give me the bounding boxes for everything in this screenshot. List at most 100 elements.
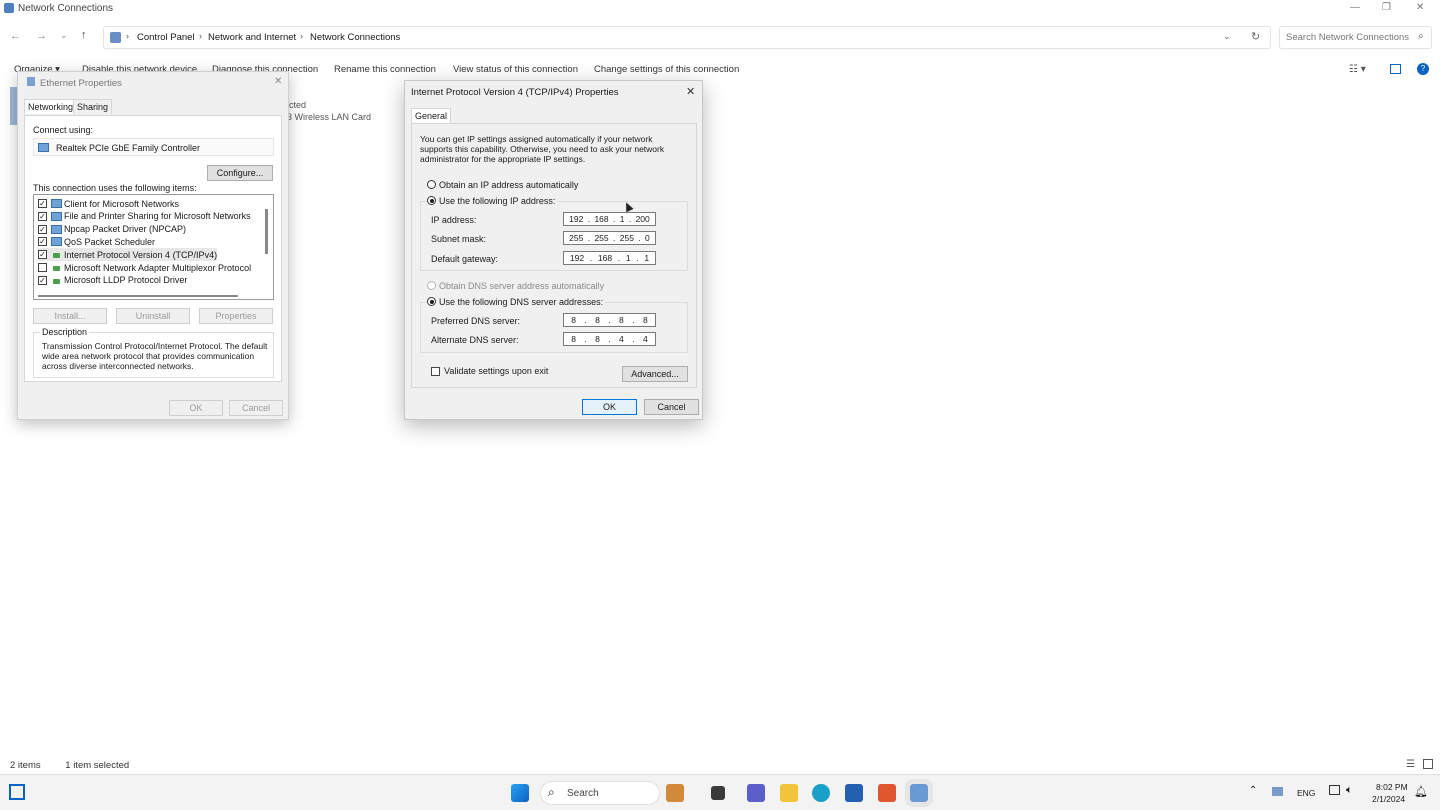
tab-sharing[interactable]: Sharing [73,99,113,114]
configure-button[interactable]: Configure... [207,165,273,181]
app-icon[interactable] [878,784,896,802]
large-icons-view-icon[interactable] [1423,759,1433,769]
use-following-ip-option[interactable]: Use the following IP address: [427,196,558,206]
task-view-icon[interactable] [711,786,725,800]
preview-pane-icon[interactable] [1390,64,1401,74]
back-arrow-icon[interactable]: ← [10,30,21,42]
refresh-icon[interactable]: ↻ [1251,30,1260,43]
rename-button[interactable]: Rename this connection [334,64,436,75]
use-following-dns-radio[interactable] [427,297,436,306]
tab-networking[interactable]: Networking [24,99,78,114]
notifications-icon[interactable]: 🔔︎ [1414,785,1428,798]
breadcrumb-network-connections[interactable]: Network Connections [310,32,400,43]
edge-icon[interactable] [812,784,830,802]
tab-general[interactable]: General [411,108,452,123]
octet-value[interactable]: 8 [571,334,576,344]
clock-date[interactable]: 2/1/2024 [1372,794,1405,804]
use-following-dns-option[interactable]: Use the following DNS server addresses: [427,297,606,307]
help-icon[interactable]: ? [1417,63,1429,75]
ethernet-ok-button[interactable]: OK [169,400,223,416]
minimize-icon[interactable]: — [1350,2,1360,13]
show-hidden-icons-icon[interactable]: ⌃ [1249,785,1257,796]
component-checkbox[interactable]: ✓ [38,211,47,221]
store-icon[interactable] [845,784,863,802]
forward-arrow-icon[interactable]: → [36,30,47,42]
recent-locations-chevron-icon[interactable]: ⌄ [60,30,68,41]
component-checkbox[interactable]: ✓ [38,224,47,234]
subnet-mask-field[interactable]: 255. 255. 255. 0 [563,231,656,245]
obtain-ip-auto-radio[interactable] [427,180,436,189]
taskbar-search[interactable]: ⌕ Search [540,781,660,805]
octet-value[interactable]: 200 [636,214,650,224]
validate-settings-option[interactable]: Validate settings upon exit [431,366,548,376]
ethernet-cancel-button[interactable]: Cancel [229,400,283,416]
octet-value[interactable]: 8 [643,315,648,325]
component-checkbox[interactable]: ✓ [38,237,47,247]
install-button[interactable]: Install... [33,308,107,324]
default-gateway-field[interactable]: 192. 168. 1. 1 [563,251,656,265]
advanced-button[interactable]: Advanced... [622,366,688,382]
octet-value[interactable]: 0 [645,233,650,243]
address-bar[interactable]: › Control Panel › Network and Internet ›… [103,26,1271,49]
octet-value[interactable]: 192 [570,253,584,263]
component-list-item[interactable]: ✓ Internet Protocol Version 4 (TCP/IPv4) [38,248,218,262]
network-connections-taskbar-icon[interactable] [905,779,933,807]
octet-value[interactable]: 8 [595,315,600,325]
component-list-item[interactable]: ✓ QoS Packet Scheduler [38,235,155,248]
ip-address-field[interactable]: 192. 168. 1. 200 [563,212,656,226]
breadcrumb-control-panel[interactable]: Control Panel [137,32,195,43]
alternate-dns-field[interactable]: 8. 8. 4. 4 [563,332,656,346]
tray-app-icon[interactable] [1272,787,1283,796]
address-dropdown-icon[interactable]: ⌄ [1223,31,1231,42]
octet-value[interactable]: 255 [569,233,583,243]
sidebar-toggle-icon[interactable] [9,784,25,800]
octet-value[interactable]: 8 [571,315,576,325]
up-arrow-icon[interactable]: ↑ [81,29,87,41]
teams-icon[interactable] [747,784,765,802]
obtain-dns-auto-option[interactable]: Obtain DNS server address automatically [427,281,604,291]
language-indicator[interactable]: ENG [1297,788,1315,798]
widgets-icon[interactable] [666,784,684,802]
file-explorer-icon[interactable] [780,784,798,802]
octet-value[interactable]: 1 [644,253,649,263]
component-list-item[interactable]: ✓ Microsoft LLDP Protocol Driver [38,274,187,287]
list-vertical-scrollbar[interactable] [265,209,268,254]
octet-value[interactable]: 255 [620,233,634,243]
list-horizontal-scrollbar[interactable] [38,295,238,297]
preferred-dns-field[interactable]: 8. 8. 8. 8 [563,313,656,327]
obtain-ip-auto-option[interactable]: Obtain an IP address automatically [427,180,578,190]
uninstall-button[interactable]: Uninstall [116,308,190,324]
octet-value[interactable]: 8 [595,334,600,344]
properties-button[interactable]: Properties [199,308,273,324]
octet-value[interactable]: 192 [569,214,583,224]
component-checkbox[interactable]: ✓ [38,250,47,260]
octet-value[interactable]: 4 [643,334,648,344]
change-settings-button[interactable]: Change settings of this connection [594,64,739,75]
octet-value[interactable]: 1 [620,214,625,224]
component-checkbox[interactable]: ✓ [38,199,47,208]
octet-value[interactable]: 255 [594,233,608,243]
component-list-item[interactable]: ✓ File and Printer Sharing for Microsoft … [38,210,251,223]
octet-value[interactable]: 4 [619,334,624,344]
search-input[interactable]: Search Network Connections ⌕ [1279,26,1432,49]
component-list-item[interactable]: ✓ Npcap Packet Driver (NPCAP) [38,223,186,236]
use-following-ip-radio[interactable] [427,196,436,205]
breadcrumb-network-and-internet[interactable]: Network and Internet [208,32,296,43]
obtain-dns-auto-radio[interactable] [427,281,436,290]
volume-icon[interactable]: 🔈︎ [1346,784,1353,797]
clock-time[interactable]: 8:02 PM [1376,782,1408,792]
octet-value[interactable]: 8 [619,315,624,325]
ethernet-dialog-close-icon[interactable]: ✕ [274,76,282,87]
validate-settings-checkbox[interactable] [431,366,440,376]
ipv4-ok-button[interactable]: OK [582,399,637,415]
view-status-button[interactable]: View status of this connection [453,64,578,75]
network-status-icon[interactable] [1329,785,1340,795]
octet-value[interactable]: 168 [598,253,612,263]
component-list-item[interactable]: Microsoft Network Adapter Multiplexor Pr… [38,261,251,274]
component-checkbox[interactable]: ✓ [38,275,47,285]
octet-value[interactable]: 168 [594,214,608,224]
maximize-icon[interactable]: ❐ [1382,2,1391,13]
ipv4-dialog-close-icon[interactable]: ✕ [686,85,695,98]
component-checkbox[interactable] [38,263,47,272]
ipv4-cancel-button[interactable]: Cancel [644,399,699,415]
